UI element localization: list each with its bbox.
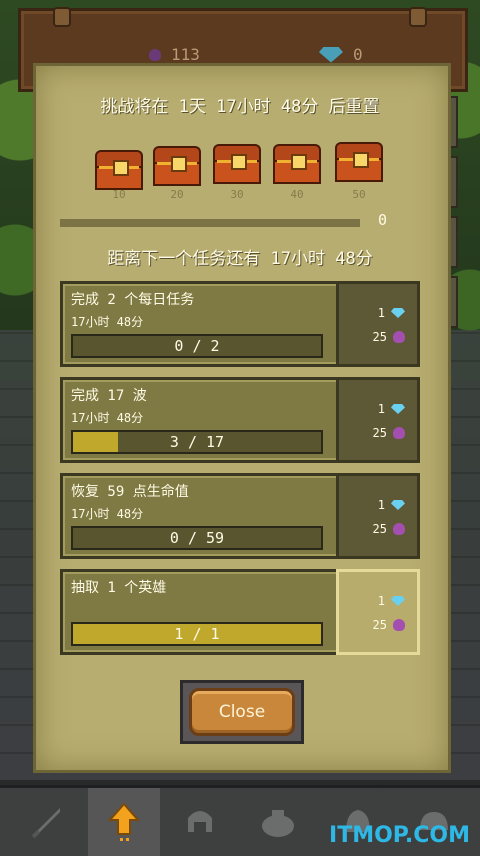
gems-stat: 113	[149, 45, 200, 64]
reward-diamond-count: 1	[377, 402, 385, 416]
chest-icon[interactable]	[273, 144, 321, 184]
task-progress-bar: 1 / 1	[71, 622, 323, 646]
sword-icon	[31, 808, 60, 839]
chest-icon[interactable]	[213, 144, 261, 184]
task-card: 完成 17 波 17小时 48分 3 / 17	[60, 377, 342, 463]
chest-icon[interactable]	[335, 142, 383, 182]
potion-icon	[149, 48, 161, 61]
task-progress-text: 1 / 1	[174, 625, 220, 643]
chest-icon[interactable]	[153, 146, 201, 186]
task-row: 恢复 59 点生命值 17小时 48分 0 / 59 1 25	[60, 473, 420, 559]
task-row: 完成 17 波 17小时 48分 3 / 17 1 25	[60, 377, 420, 463]
diamonds-stat: 0	[319, 45, 363, 64]
chest-label: 20	[170, 188, 184, 201]
challenge-progress-value: 0	[378, 211, 388, 229]
task-card: 抽取 1 个英雄 1 / 1	[60, 569, 342, 655]
next-task-timer-text: 距离下一个任务还有 17小时 48分	[107, 249, 373, 269]
challenge-progress-bar	[60, 219, 360, 227]
gems-count: 113	[171, 45, 200, 64]
task-row: 抽取 1 个英雄 1 / 1 1 25	[60, 569, 420, 655]
reward-gem-count: 25	[372, 426, 387, 440]
chest-label: 10	[112, 188, 126, 201]
reward-gem-count: 25	[372, 330, 387, 344]
reward-diamond-count: 1	[377, 498, 385, 512]
diamond-icon	[319, 46, 343, 63]
task-reward-button[interactable]: 1 25	[336, 377, 420, 463]
task-time: 17小时 48分	[71, 507, 144, 521]
nav-heroes[interactable]	[164, 788, 236, 856]
task-title: 完成 2 个每日任务	[71, 292, 195, 308]
pot-icon	[262, 810, 294, 837]
pin-icon	[53, 7, 71, 27]
task-progress-bar: 3 / 17	[71, 430, 323, 454]
nav-alchemy[interactable]	[242, 788, 314, 856]
potion-icon	[393, 427, 405, 439]
task-card: 恢复 59 点生命值 17小时 48分 0 / 59	[60, 473, 342, 559]
task-time: 17小时 48分	[71, 411, 144, 425]
potion-icon	[393, 523, 405, 535]
claim-reward-button[interactable]: 1 25	[336, 569, 420, 655]
chest-icon[interactable]	[95, 150, 143, 190]
arrow-up-icon	[107, 802, 141, 841]
diamond-icon	[391, 308, 405, 318]
task-title: 抽取 1 个英雄	[71, 580, 167, 596]
reward-diamond-count: 1	[377, 306, 385, 320]
chest-label: 50	[352, 188, 366, 201]
task-time: 17小时 48分	[71, 315, 144, 329]
task-progress-text: 0 / 59	[169, 529, 225, 547]
reward-gem-count: 25	[372, 618, 387, 632]
task-title: 完成 17 波	[71, 388, 147, 404]
chest-label: 40	[290, 188, 304, 201]
task-progress-text: 3 / 17	[169, 433, 225, 451]
diamond-icon	[391, 404, 405, 414]
nav-sword[interactable]	[10, 788, 82, 856]
chest-label: 30	[230, 188, 244, 201]
close-button[interactable]: Close	[189, 688, 295, 736]
chest-milestones: 10 20 30 40 50	[95, 142, 395, 202]
task-progress-bar: 0 / 2	[71, 334, 323, 358]
watermark: ITMOP.COM	[329, 823, 470, 848]
task-reward-button[interactable]: 1 25	[336, 473, 420, 559]
task-card: 完成 2 个每日任务 17小时 48分 0 / 2	[60, 281, 342, 367]
task-progress-bar: 0 / 59	[71, 526, 323, 550]
pin-icon	[409, 7, 427, 27]
bottom-nav: ITMOP.COM	[0, 785, 480, 856]
task-row: 完成 2 个每日任务 17小时 48分 0 / 2 1 25	[60, 281, 420, 367]
nav-upgrade[interactable]	[88, 788, 160, 856]
potion-icon	[393, 331, 405, 343]
task-reward-button[interactable]: 1 25	[336, 281, 420, 367]
diamonds-count: 0	[353, 45, 363, 64]
diamond-icon	[391, 596, 405, 606]
task-title: 恢复 59 点生命值	[71, 484, 189, 500]
reward-diamond-count: 1	[377, 594, 385, 608]
helmet-icon	[188, 811, 212, 832]
reward-gem-count: 25	[372, 522, 387, 536]
reset-timer-text: 挑战将在 1天 17小时 48分 后重置	[100, 97, 380, 117]
task-progress-text: 0 / 2	[174, 337, 220, 355]
potion-icon	[393, 619, 405, 631]
diamond-icon	[391, 500, 405, 510]
